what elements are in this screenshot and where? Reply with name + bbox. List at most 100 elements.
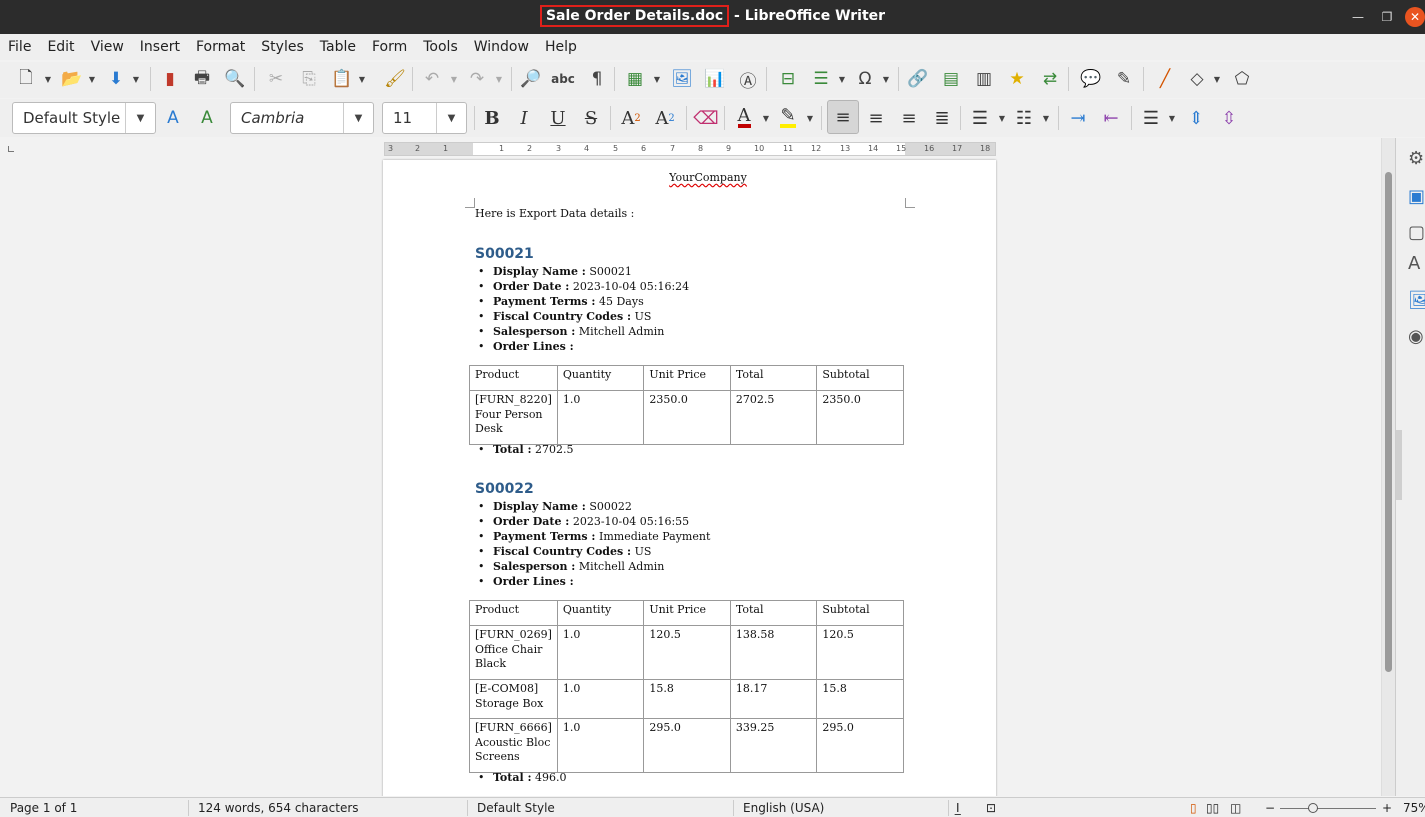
menu-view[interactable]: View: [91, 39, 132, 55]
multi-page-view-icon[interactable]: ▯▯: [1206, 801, 1219, 815]
strikethrough-icon[interactable]: S: [578, 106, 604, 130]
font-color-icon[interactable]: A: [731, 106, 757, 130]
shapes-dropdown-icon[interactable]: ▼: [1212, 67, 1222, 91]
track-changes-icon[interactable]: ✎: [1112, 67, 1136, 91]
paragraph-style-select[interactable]: Default Style ▼: [12, 102, 156, 134]
align-left-icon[interactable]: ≡: [827, 100, 859, 134]
zoom-in-icon[interactable]: +: [1382, 801, 1392, 815]
save-icon[interactable]: ⬇: [104, 67, 128, 91]
menu-file[interactable]: File: [8, 39, 39, 55]
chevron-down-icon[interactable]: ▼: [125, 103, 155, 133]
chevron-down-icon[interactable]: ▼: [436, 103, 466, 133]
cut-icon[interactable]: ✂: [264, 67, 288, 91]
align-center-icon[interactable]: ≡: [863, 106, 889, 130]
menu-table[interactable]: Table: [320, 39, 364, 55]
unordered-list-dropdown-icon[interactable]: ▼: [997, 106, 1007, 130]
zoom-slider[interactable]: [1280, 803, 1376, 813]
line-icon[interactable]: ╱: [1153, 67, 1177, 91]
highlight-dropdown-icon[interactable]: ▼: [805, 106, 815, 130]
justify-icon[interactable]: ≣: [929, 106, 955, 130]
highlight-icon[interactable]: ✎: [775, 106, 801, 130]
superscript-icon[interactable]: A2: [618, 106, 644, 130]
basic-shapes-icon[interactable]: ◇: [1185, 67, 1209, 91]
print-preview-icon[interactable]: 🔍: [223, 67, 247, 91]
draw-functions-icon[interactable]: ⬠: [1230, 67, 1254, 91]
document-workspace[interactable]: 3 2 1 1 2 3 4 5 6 7 8 9 10 11 12 13 14 1…: [0, 138, 1381, 796]
paste-icon[interactable]: 📋: [330, 67, 354, 91]
line-spacing-icon[interactable]: ☰: [1138, 106, 1164, 130]
font-name-select[interactable]: Cambria ▼: [230, 102, 374, 134]
decrease-indent-icon[interactable]: ⇤: [1098, 106, 1124, 130]
hyperlink-icon[interactable]: 🔗: [906, 67, 930, 91]
formatting-marks-icon[interactable]: ¶: [585, 67, 609, 91]
insert-textbox-icon[interactable]: Ⓐ: [736, 67, 760, 92]
zoom-out-icon[interactable]: −: [1265, 801, 1275, 815]
undo-icon[interactable]: ↶: [420, 67, 444, 91]
line-spacing-dropdown-icon[interactable]: ▼: [1167, 106, 1177, 130]
insert-mode-icon[interactable]: I̲: [956, 801, 960, 815]
properties-icon[interactable]: ▣: [1408, 186, 1425, 208]
open-folder-icon[interactable]: 📂: [60, 67, 84, 91]
ordered-list-icon[interactable]: ☷: [1011, 106, 1037, 130]
page-count[interactable]: Page 1 of 1: [10, 801, 77, 815]
word-count[interactable]: 124 words, 654 characters: [198, 801, 359, 815]
zoom-level[interactable]: 75%: [1403, 801, 1425, 815]
gear-icon[interactable]: ⚙: [1408, 148, 1425, 170]
close-icon[interactable]: ✕: [1405, 7, 1425, 27]
save-dropdown-icon[interactable]: ▼: [131, 67, 141, 91]
find-replace-icon[interactable]: 🔎: [519, 67, 543, 91]
menu-styles[interactable]: Styles: [261, 39, 311, 55]
print-icon[interactable]: 🖶: [190, 67, 214, 91]
document-page[interactable]: YourCompany Here is Export Data details …: [383, 160, 996, 796]
menu-help[interactable]: Help: [545, 39, 585, 55]
field-dropdown-icon[interactable]: ▼: [837, 67, 847, 91]
insert-chart-icon[interactable]: 📊: [703, 67, 727, 91]
redo-icon[interactable]: ↷: [465, 67, 489, 91]
menu-edit[interactable]: Edit: [47, 39, 82, 55]
scrollbar-thumb[interactable]: [1385, 172, 1392, 672]
paste-dropdown-icon[interactable]: ▼: [357, 67, 367, 91]
increase-paragraph-spacing-icon[interactable]: ⇕: [1183, 106, 1209, 130]
insert-table-icon[interactable]: ▦: [623, 67, 647, 91]
special-character-icon[interactable]: Ω: [853, 67, 877, 91]
clone-formatting-icon[interactable]: 🖌: [383, 67, 407, 91]
new-document-icon[interactable]: 🗋: [14, 67, 38, 91]
endnote-icon[interactable]: ▥: [972, 67, 996, 91]
menu-tools[interactable]: Tools: [423, 39, 466, 55]
open-dropdown-icon[interactable]: ▼: [87, 67, 97, 91]
minimize-icon[interactable]: —: [1350, 9, 1366, 25]
table-dropdown-icon[interactable]: ▼: [652, 67, 662, 91]
cross-reference-icon[interactable]: ⇄: [1038, 67, 1062, 91]
horizontal-ruler[interactable]: 3 2 1 1 2 3 4 5 6 7 8 9 10 11 12 13 14 1…: [384, 142, 996, 156]
insert-field-icon[interactable]: ☰: [809, 67, 833, 91]
menu-window[interactable]: Window: [474, 39, 537, 55]
navigator-icon[interactable]: ◉: [1408, 326, 1425, 348]
insert-image-icon[interactable]: 🖼: [670, 67, 694, 91]
align-right-icon[interactable]: ≡: [896, 106, 922, 130]
page-break-icon[interactable]: ⊟: [776, 67, 800, 91]
special-character-dropdown-icon[interactable]: ▼: [881, 67, 891, 91]
footnote-icon[interactable]: ▤: [939, 67, 963, 91]
bookmark-icon[interactable]: ★: [1005, 67, 1029, 91]
copy-icon[interactable]: ⎘: [297, 67, 321, 91]
unordered-list-icon[interactable]: ☰: [967, 106, 993, 130]
zoom-slider-knob[interactable]: [1308, 803, 1318, 813]
decrease-paragraph-spacing-icon[interactable]: ⇳: [1216, 106, 1242, 130]
gallery-icon[interactable]: 🖼: [1408, 290, 1425, 312]
tab-stop-selector[interactable]: [8, 146, 14, 152]
page-icon[interactable]: ▢: [1408, 222, 1425, 244]
sidebar-grip[interactable]: [1396, 430, 1402, 500]
menu-format[interactable]: Format: [196, 39, 253, 55]
underline-icon[interactable]: U: [545, 106, 571, 130]
chevron-down-icon[interactable]: ▼: [343, 103, 373, 133]
subscript-icon[interactable]: A2: [652, 106, 678, 130]
selection-mode-icon[interactable]: ⊡: [986, 801, 996, 815]
new-dropdown-icon[interactable]: ▼: [43, 67, 53, 91]
comment-icon[interactable]: 💬: [1079, 67, 1103, 91]
font-size-select[interactable]: 11 ▼: [382, 102, 467, 134]
vertical-scrollbar[interactable]: [1381, 138, 1395, 796]
styles-icon[interactable]: A: [1408, 253, 1425, 275]
ordered-list-dropdown-icon[interactable]: ▼: [1041, 106, 1051, 130]
redo-dropdown-icon[interactable]: ▼: [494, 67, 504, 91]
bold-icon[interactable]: B: [479, 106, 505, 130]
